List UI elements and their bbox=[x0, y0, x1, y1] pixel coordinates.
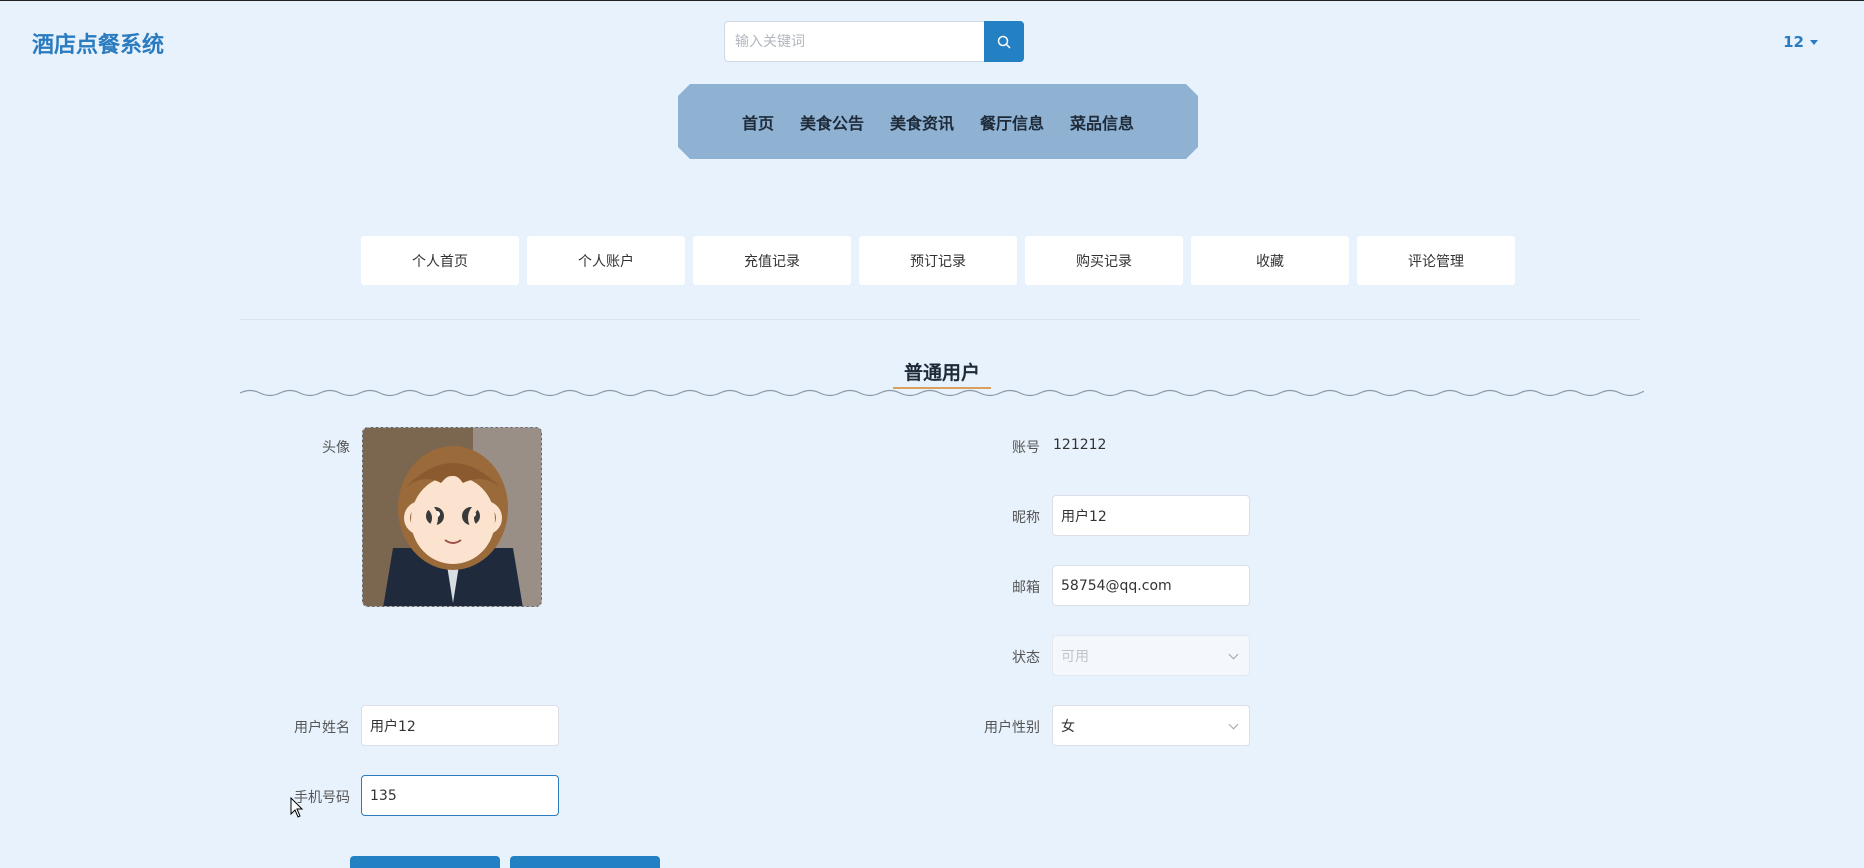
wave-divider bbox=[240, 389, 1644, 397]
nav-item-food-news[interactable]: 美食资讯 bbox=[877, 110, 967, 134]
app-logo[interactable]: 酒店点餐系统 bbox=[32, 27, 164, 59]
tab-personal-account[interactable]: 个人账户 bbox=[527, 236, 685, 285]
tab-comment-management[interactable]: 评论管理 bbox=[1357, 236, 1515, 285]
account-value: 121212 bbox=[1053, 437, 1107, 453]
nav-item-dish-info[interactable]: 菜品信息 bbox=[1057, 110, 1147, 134]
nav-item-restaurant-info[interactable]: 餐厅信息 bbox=[967, 110, 1057, 134]
divider bbox=[240, 319, 1640, 320]
tab-purchase-records[interactable]: 购买记录 bbox=[1025, 236, 1183, 285]
tab-booking-records[interactable]: 预订记录 bbox=[859, 236, 1017, 285]
gender-value: 女 bbox=[1061, 718, 1075, 735]
email-input[interactable]: 58754@qq.com bbox=[1052, 565, 1250, 606]
status-value: 可用 bbox=[1061, 648, 1089, 665]
mouse-cursor-icon bbox=[290, 797, 304, 818]
tab-recharge-records[interactable]: 充值记录 bbox=[693, 236, 851, 285]
gender-label: 用户性别 bbox=[984, 720, 1040, 736]
status-label: 状态 bbox=[1012, 650, 1040, 666]
search-button[interactable] bbox=[984, 21, 1024, 62]
avatar-label: 头像 bbox=[322, 440, 350, 456]
nav-item-food-notice[interactable]: 美食公告 bbox=[787, 110, 877, 134]
chevron-down-icon bbox=[1228, 649, 1239, 660]
avatar-image bbox=[363, 428, 541, 606]
account-label: 账号 bbox=[1012, 440, 1040, 456]
logout-button[interactable] bbox=[510, 856, 660, 868]
gender-select[interactable]: 女 bbox=[1052, 705, 1250, 746]
nav-item-home[interactable]: 首页 bbox=[729, 110, 787, 134]
center-tabs: 个人首页 个人账户 充值记录 预订记录 购买记录 收藏 评论管理 bbox=[361, 236, 1515, 285]
chevron-down-icon bbox=[1228, 719, 1239, 730]
caret-down-icon bbox=[1810, 39, 1818, 45]
search-input[interactable] bbox=[724, 21, 984, 62]
avatar-upload[interactable] bbox=[362, 427, 542, 607]
nickname-input[interactable]: 用户12 bbox=[1052, 495, 1250, 536]
main-nav: 首页 美食公告 美食资讯 餐厅信息 菜品信息 bbox=[678, 84, 1198, 159]
save-button[interactable] bbox=[350, 856, 500, 868]
search-icon bbox=[997, 35, 1011, 49]
user-menu[interactable]: 12 bbox=[1783, 33, 1818, 51]
status-select: 可用 bbox=[1052, 635, 1250, 676]
tab-favorites[interactable]: 收藏 bbox=[1191, 236, 1349, 285]
name-input[interactable]: 用户12 bbox=[361, 705, 559, 746]
tab-personal-home[interactable]: 个人首页 bbox=[361, 236, 519, 285]
name-label: 用户姓名 bbox=[294, 720, 350, 736]
search-bar bbox=[724, 21, 1024, 62]
user-name: 12 bbox=[1783, 33, 1804, 51]
phone-input[interactable]: 135 bbox=[361, 775, 559, 816]
nickname-label: 昵称 bbox=[1012, 510, 1040, 526]
email-label: 邮箱 bbox=[1012, 580, 1040, 596]
